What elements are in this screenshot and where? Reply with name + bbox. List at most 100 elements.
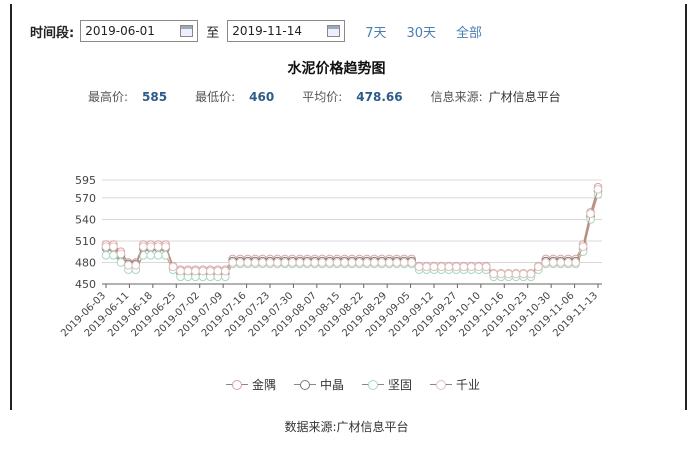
- calendar-icon[interactable]: [180, 25, 194, 37]
- start-date-input[interactable]: 2019-06-01: [80, 20, 199, 42]
- data-point: [228, 258, 238, 267]
- data-point: [593, 185, 603, 194]
- avg-price-value: 478.66: [356, 90, 403, 104]
- min-price-label: 最低价:: [195, 90, 236, 104]
- data-point: [191, 266, 200, 276]
- min-price: 最低价: 460: [195, 88, 274, 105]
- quick-all-link[interactable]: 全部: [456, 22, 482, 41]
- data-point: [355, 258, 364, 267]
- date-toolbar: 时间段: 2019-06-01 至 2019-11-14 7天 30天 全部: [30, 18, 482, 44]
- data-point: [146, 251, 156, 260]
- data-point: [198, 266, 208, 276]
- data-point: [541, 258, 551, 267]
- data-point: [273, 258, 282, 267]
- y-tick-label: 450: [75, 278, 96, 291]
- info-source-label: 信息来源:: [430, 90, 483, 104]
- data-point: [153, 242, 163, 252]
- legend-label: 中晶: [320, 378, 345, 392]
- legend-label: 千业: [456, 378, 481, 392]
- legend-marker-icon: [430, 379, 453, 390]
- data-point: [243, 258, 252, 267]
- data-point: [414, 262, 424, 272]
- data-point: [213, 266, 223, 276]
- price-stats: 最高价: 585 最低价: 460 平均价: 478.66 信息来源: 广材信息平台: [88, 88, 589, 105]
- legend-marker-icon: [226, 379, 248, 390]
- data-point: [235, 258, 245, 267]
- data-point: [519, 269, 528, 279]
- legend-item[interactable]: 中晶: [294, 376, 344, 393]
- end-date-input[interactable]: 2019-11-14: [227, 20, 346, 42]
- avg-price: 平均价: 478.66: [302, 88, 402, 105]
- data-point: [138, 242, 148, 252]
- legend-marker-icon: [294, 379, 317, 390]
- legend-item[interactable]: 千业: [430, 376, 480, 393]
- data-point: [280, 258, 290, 267]
- data-point: [317, 258, 327, 267]
- legend-marker-icon: [362, 379, 385, 390]
- data-point: [556, 258, 566, 267]
- quick-7d-link[interactable]: 7天: [365, 22, 386, 41]
- data-point: [481, 262, 491, 272]
- data-point: [504, 269, 513, 279]
- data-point: [220, 266, 230, 276]
- data-point: [534, 262, 543, 272]
- data-point: [116, 258, 126, 267]
- data-point: [422, 262, 431, 272]
- data-point: [131, 261, 141, 270]
- price-trend-chart: 4504805105405705952019-06-032019-06-1120…: [59, 174, 603, 339]
- data-point: [310, 258, 320, 267]
- end-date-value: 2019-11-14: [232, 24, 302, 38]
- y-tick-label: 480: [75, 256, 96, 269]
- data-point: [496, 269, 506, 279]
- max-price-label: 最高价:: [88, 90, 129, 104]
- chart-legend: 金隅 中晶 坚固 千业: [226, 376, 498, 393]
- data-point: [392, 258, 402, 267]
- data-point: [302, 258, 312, 267]
- data-point: [168, 262, 178, 272]
- data-point: [452, 262, 461, 272]
- data-point: [101, 251, 111, 260]
- data-point: [474, 262, 484, 272]
- data-point: [258, 258, 267, 267]
- avg-price-label: 平均价:: [302, 90, 343, 104]
- legend-item[interactable]: 坚固: [362, 376, 412, 393]
- data-point: [362, 258, 372, 267]
- data-point: [370, 258, 379, 267]
- data-point: [176, 266, 185, 276]
- data-point: [377, 258, 387, 267]
- y-tick-label: 570: [75, 192, 96, 205]
- data-point: [489, 269, 498, 279]
- data-point: [437, 262, 446, 272]
- y-tick-label: 595: [75, 174, 96, 187]
- data-point: [295, 258, 305, 267]
- data-point: [548, 258, 558, 267]
- data-point: [332, 258, 342, 267]
- data-point: [407, 258, 416, 267]
- calendar-icon[interactable]: [327, 25, 341, 37]
- legend-item[interactable]: 金隅: [226, 376, 276, 393]
- start-date-value: 2019-06-01: [85, 24, 155, 38]
- to-label: 至: [206, 25, 220, 41]
- data-point: [347, 258, 357, 267]
- data-point: [206, 266, 215, 276]
- data-point: [444, 262, 454, 272]
- legend-label: 金隅: [252, 378, 277, 392]
- min-price-value: 460: [249, 90, 275, 104]
- chart-title: 水泥价格趋势图: [287, 61, 386, 77]
- data-point: [563, 258, 573, 267]
- data-point: [571, 258, 580, 267]
- quick-30d-link[interactable]: 30天: [407, 22, 437, 41]
- data-point: [429, 262, 439, 272]
- info-source-value: 广材信息平台: [488, 90, 561, 104]
- data-point: [161, 242, 170, 252]
- period-label: 时间段:: [30, 25, 75, 41]
- data-point: [101, 242, 111, 252]
- data-point: [459, 262, 469, 272]
- max-price-value: 585: [142, 90, 168, 104]
- data-point: [109, 242, 118, 252]
- y-tick-label: 510: [75, 235, 96, 248]
- data-point: [109, 251, 118, 260]
- data-point: [384, 258, 394, 267]
- data-point: [399, 258, 409, 267]
- data-point: [586, 209, 595, 219]
